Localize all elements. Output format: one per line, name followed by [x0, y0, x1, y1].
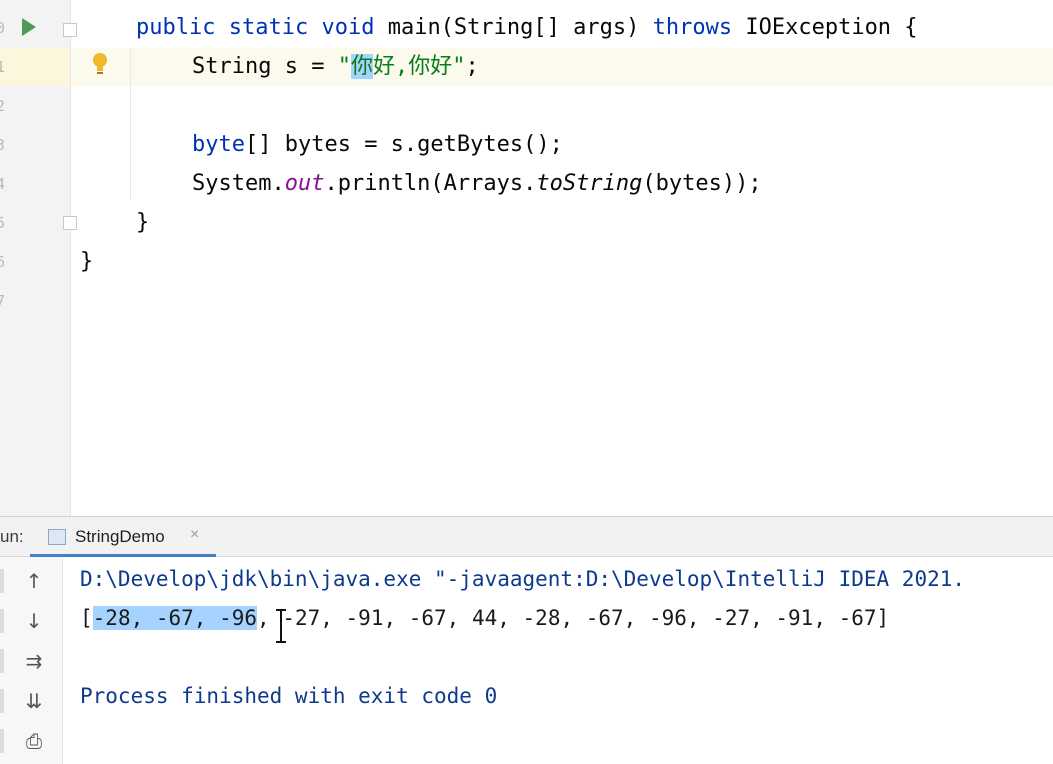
scroll-to-end-icon[interactable]: ⇊: [22, 689, 46, 713]
line-number: 1: [0, 58, 6, 76]
code-text: [] bytes = s.getBytes();: [244, 132, 563, 157]
keyword: byte: [192, 132, 245, 157]
run-main-icon[interactable]: [22, 18, 36, 36]
arrow-down-icon[interactable]: ↓: [22, 609, 46, 633]
arrow-up-icon[interactable]: ↑: [22, 569, 46, 593]
line-number: 2: [0, 97, 6, 115]
soft-wrap-icon[interactable]: ⇉: [22, 649, 46, 673]
keyword: static: [228, 15, 309, 40]
toolbar-edge: [0, 729, 4, 753]
code-line-main-signature: public static void main(String[] args) t…: [136, 9, 918, 47]
console-exit-message: Process finished with exit code 0: [80, 684, 498, 708]
code-text: .println(Arrays.: [324, 171, 537, 196]
console-tab-icon: [48, 529, 66, 545]
line-number: 7: [0, 292, 6, 310]
current-line-highlight: [0, 48, 1053, 86]
selected-text: 你: [350, 54, 373, 79]
line-number: 0: [0, 19, 6, 37]
run-toolbar: ↑ ↓ ⇉ ⇊ ⎙: [0, 557, 63, 764]
close-icon[interactable]: ×: [190, 526, 199, 544]
run-panel: un: StringDemo × ↑ ↓ ⇉ ⇊ ⎙ D:\Develop\jd…: [0, 516, 1053, 764]
code-text: ;: [465, 54, 479, 79]
code-text: IOException {: [745, 15, 918, 40]
code-text: (bytes));: [642, 171, 762, 196]
console-command-line: D:\Develop\jdk\bin\java.exe "-javaagent:…: [80, 567, 966, 591]
toolbar-edge: [0, 649, 4, 673]
code-line-close-class: }: [80, 249, 94, 274]
string-literal: ": [337, 54, 351, 79]
fold-icon[interactable]: [63, 216, 77, 230]
text-cursor-icon: [276, 609, 286, 643]
keyword: void: [321, 15, 375, 40]
tab-label: StringDemo: [75, 527, 165, 546]
selected-output: -28, -67, -96: [92, 606, 258, 630]
fold-icon[interactable]: [63, 23, 77, 37]
line-number: 5: [0, 214, 6, 232]
code-line-bytes-declaration: byte[] bytes = s.getBytes();: [192, 126, 563, 164]
line-number: 3: [0, 136, 6, 154]
print-icon[interactable]: ⎙: [22, 729, 46, 753]
code-text: String s =: [192, 54, 338, 79]
code-line-string-declaration: String s = "你好,你好";: [192, 48, 479, 86]
toolbar-edge: [0, 689, 4, 713]
indent-guide: [130, 48, 131, 200]
static-field: out: [284, 171, 325, 196]
toolbar-edge: [0, 609, 4, 633]
code-line-close-method: }: [136, 210, 150, 235]
line-number: 6: [0, 253, 6, 271]
lightbulb-icon[interactable]: [92, 52, 108, 76]
keyword: public: [136, 15, 216, 40]
code-text: main(String[] args): [387, 15, 640, 40]
string-literal: 好,你好": [372, 54, 466, 79]
tab-stringdemo[interactable]: StringDemo ×: [30, 517, 216, 557]
current-line-gutter-highlight: [0, 48, 70, 86]
code-editor[interactable]: 0 1 2 3 4 5 6 7 public static void main(…: [0, 0, 1053, 516]
code-line-println: System.out.println(Arrays.toString(bytes…: [192, 165, 762, 203]
console-text: , -27, -91, -67, 44, -28, -67, -96, -27,…: [257, 606, 890, 630]
keyword: throws: [652, 15, 733, 40]
code-text: System.: [192, 171, 285, 196]
static-method: toString: [536, 171, 643, 196]
console-output-line: [-28, -67, -96, -27, -91, -67, 44, -28, …: [80, 599, 889, 637]
line-number: 4: [0, 175, 6, 193]
toolbar-edge: [0, 569, 4, 593]
console-text: [: [80, 606, 93, 630]
run-label: un:: [0, 527, 24, 546]
run-panel-header: un: StringDemo ×: [0, 517, 1053, 557]
